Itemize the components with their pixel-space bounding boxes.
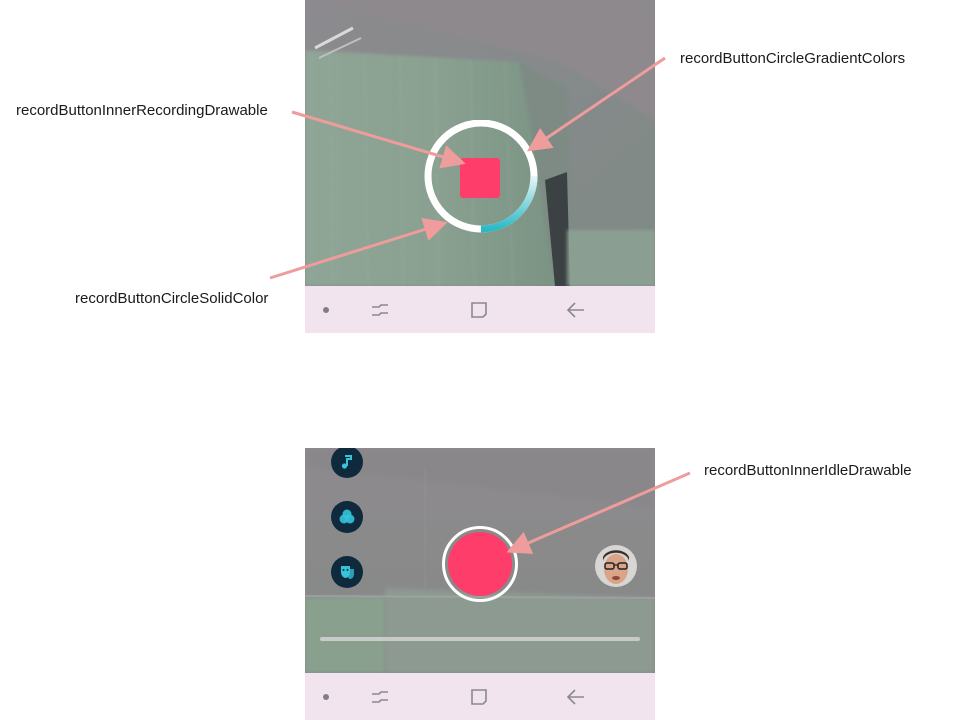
screenshot-stage: recordButtonCircleGradientColors recordB… (0, 0, 960, 720)
label-gradient-colors: recordButtonCircleGradientColors (680, 50, 906, 67)
back-icon[interactable] (563, 286, 589, 333)
back-icon[interactable] (563, 673, 589, 720)
record-button-idle[interactable] (441, 525, 521, 605)
label-inner-recording-drawable: recordButtonInnerRecordingDrawable (16, 102, 268, 119)
dot-icon (317, 286, 335, 333)
record-button-recording[interactable] (423, 120, 539, 236)
system-navbar (305, 673, 655, 720)
idle-screen (305, 448, 655, 720)
avatar[interactable] (595, 545, 637, 587)
record-inner-recording-square (460, 158, 500, 198)
recording-screen (305, 0, 655, 333)
home-icon[interactable] (466, 673, 492, 720)
record-inner-idle-circle (448, 532, 512, 596)
filter-icon[interactable] (331, 501, 363, 533)
recents-icon[interactable] (367, 286, 393, 333)
label-circle-solid-color: recordButtonCircleSolidColor (75, 290, 269, 307)
label-inner-idle-drawable: recordButtonInnerIdleDrawable (704, 462, 912, 479)
dot-icon (317, 673, 335, 720)
mask-icon[interactable] (331, 556, 363, 588)
recents-icon[interactable] (367, 673, 393, 720)
home-icon[interactable] (466, 286, 492, 333)
clip-progress-bar (320, 637, 640, 641)
system-navbar (305, 286, 655, 333)
